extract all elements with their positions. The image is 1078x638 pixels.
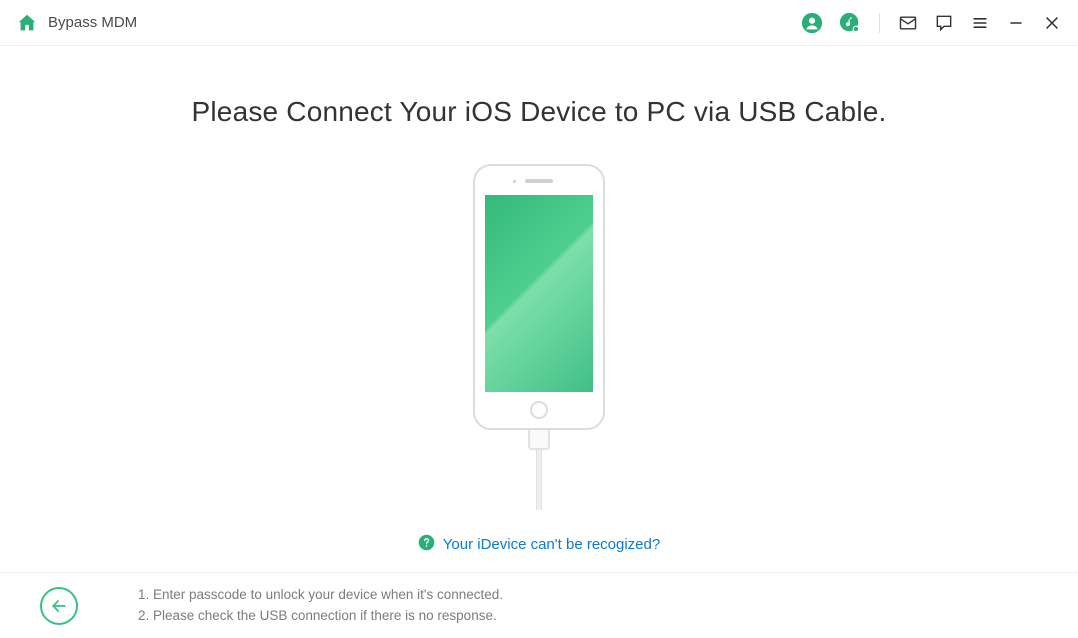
home-icon[interactable]: [16, 12, 38, 34]
footer-tip-1: 1. Enter passcode to unlock your device …: [138, 585, 503, 606]
phone-camera-dot: [513, 180, 516, 183]
titlebar: Bypass MDM: [0, 0, 1078, 46]
device-illustration: [473, 164, 605, 510]
help-link-text: Your iDevice can't be recogized?: [443, 536, 660, 553]
close-button[interactable]: [1042, 13, 1062, 33]
account-icon[interactable]: [801, 12, 823, 34]
help-link[interactable]: Your iDevice can't be recogized?: [418, 534, 660, 555]
footer-tips: 1. Enter passcode to unlock your device …: [138, 585, 503, 627]
back-button[interactable]: [40, 587, 78, 625]
page-headline: Please Connect Your iOS Device to PC via…: [0, 96, 1078, 128]
footer-tip-2: 2. Please check the USB connection if th…: [138, 606, 503, 627]
main-content: Please Connect Your iOS Device to PC via…: [0, 46, 1078, 556]
mail-icon[interactable]: [898, 13, 918, 33]
phone-outline: [473, 164, 605, 430]
cable-plug-icon: [528, 430, 550, 450]
menu-icon[interactable]: [970, 13, 990, 33]
window-title: Bypass MDM: [48, 14, 137, 31]
feedback-icon[interactable]: [934, 13, 954, 33]
help-question-icon: [418, 534, 435, 555]
phone-home-button: [530, 401, 548, 419]
titlebar-separator: [879, 13, 880, 33]
phone-speaker: [525, 179, 553, 183]
footer: 1. Enter passcode to unlock your device …: [0, 572, 1078, 638]
music-search-icon[interactable]: [839, 12, 861, 34]
minimize-button[interactable]: [1006, 13, 1026, 33]
cable-wire-icon: [536, 450, 542, 510]
phone-screen: [485, 195, 593, 392]
